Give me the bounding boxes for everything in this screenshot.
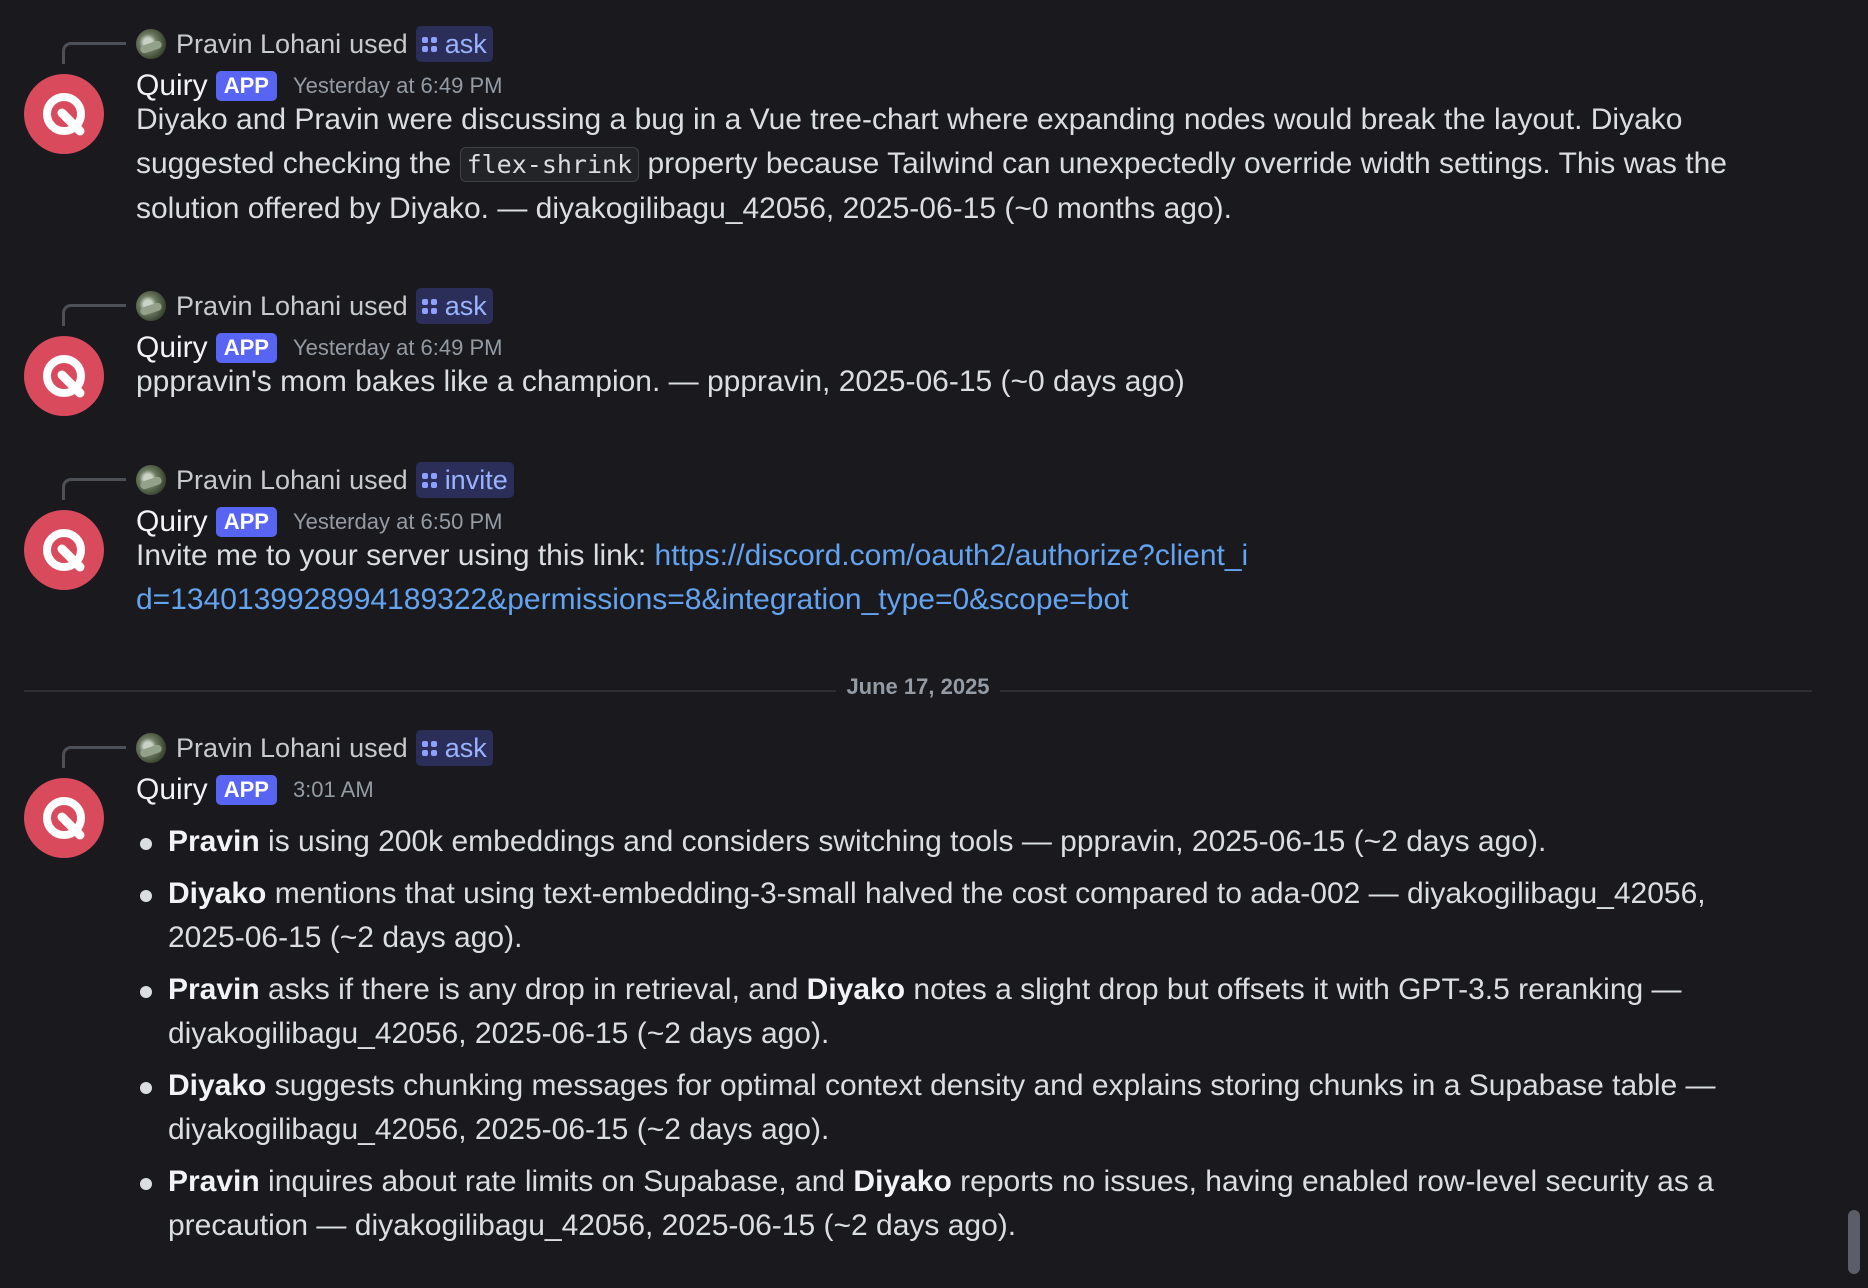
invoker-avatar[interactable] <box>136 465 166 495</box>
speaker: Pravin <box>168 825 260 858</box>
list-item: Diyako suggests chunking messages for op… <box>136 1064 1776 1152</box>
text: is using 200k embeddings and considers s… <box>259 825 1547 858</box>
command-name: ask <box>444 28 487 59</box>
quiry-logo-icon[interactable] <box>24 336 104 416</box>
timestamp[interactable]: Yesterday at 6:49 PM <box>293 73 503 99</box>
message-content: Invite me to your server using this link… <box>136 534 1256 622</box>
quiry-logo-icon[interactable] <box>24 510 104 590</box>
slash-command-icon <box>421 298 437 314</box>
used-label: used <box>349 464 408 495</box>
app-tag: APP <box>215 71 277 101</box>
command-badge[interactable]: ask <box>415 26 493 62</box>
command-name: ask <box>444 732 487 763</box>
text: asks if there is any drop in retrieval, … <box>259 973 807 1006</box>
reply-connector <box>62 746 126 768</box>
list-item: Pravin inquires about rate limits on Sup… <box>136 1160 1776 1248</box>
inline-code: flex-shrink <box>459 147 640 182</box>
list-item: Pravin asks if there is any drop in retr… <box>136 968 1776 1056</box>
used-label: used <box>349 28 408 59</box>
command-badge[interactable]: ask <box>415 288 493 324</box>
command-name: invite <box>444 464 508 495</box>
invoker-avatar[interactable] <box>136 291 166 321</box>
speaker: Diyako <box>853 1165 952 1198</box>
command-invocation[interactable]: Pravin Lohani used ask <box>136 728 493 768</box>
divider-date: June 17, 2025 <box>836 674 1000 699</box>
speaker: Pravin <box>168 1165 260 1198</box>
invoker-name[interactable]: Pravin Lohani <box>176 291 341 322</box>
invoker-name[interactable]: Pravin Lohani <box>176 465 341 496</box>
timestamp[interactable]: Yesterday at 6:50 PM <box>293 509 503 535</box>
list-item: Diyako mentions that using text-embeddin… <box>136 872 1776 960</box>
invoker-name[interactable]: Pravin Lohani <box>176 733 341 764</box>
slash-command-icon <box>421 472 437 488</box>
used-label: used <box>349 290 408 321</box>
reply-connector <box>62 42 126 64</box>
chat-messages: Pravin Lohani used ask Quiry APP Yesterd… <box>0 0 1840 1288</box>
command-invocation[interactable]: Pravin Lohani used ask <box>136 24 493 64</box>
app-tag: APP <box>215 775 277 805</box>
message-content: Diyako and Pravin were discussing a bug … <box>136 98 1776 231</box>
app-tag: APP <box>215 507 277 537</box>
text: Invite me to your server using this link… <box>136 539 655 572</box>
message-header: Quiry APP 3:01 AM <box>136 768 374 812</box>
timestamp[interactable]: Yesterday at 6:49 PM <box>293 335 503 361</box>
invoker-name[interactable]: Pravin Lohani <box>176 29 341 60</box>
list-item: Pravin is using 200k embeddings and cons… <box>136 820 1776 864</box>
invoker-avatar[interactable] <box>136 29 166 59</box>
quiry-logo-icon[interactable] <box>24 74 104 154</box>
bot-name[interactable]: Quiry <box>136 773 208 807</box>
text: suggests chunking messages for optimal c… <box>168 1069 1716 1146</box>
quiry-logo-icon[interactable] <box>24 778 104 858</box>
speaker: Diyako <box>806 973 906 1006</box>
slash-command-icon <box>421 740 437 756</box>
text: inquires about rate limits on Supabase, … <box>259 1165 854 1198</box>
command-badge[interactable]: ask <box>415 730 493 766</box>
text: mentions that using text-embedding-3-sma… <box>168 877 1706 954</box>
command-badge[interactable]: invite <box>415 462 514 498</box>
timestamp[interactable]: 3:01 AM <box>293 777 374 803</box>
date-divider-label: June 17, 2025 <box>0 674 1836 700</box>
invoker-avatar[interactable] <box>136 733 166 763</box>
message-content: pppravin's mom bakes like a champion. — … <box>136 365 1185 398</box>
command-name: ask <box>444 290 487 321</box>
summary-list: Pravin is using 200k embeddings and cons… <box>136 820 1776 1248</box>
slash-command-icon <box>421 36 437 52</box>
command-invocation[interactable]: Pravin Lohani used invite <box>136 460 514 500</box>
speaker: Pravin <box>168 973 260 1006</box>
used-label: used <box>349 732 408 763</box>
reply-connector <box>62 304 126 326</box>
app-tag: APP <box>215 333 277 363</box>
command-invocation[interactable]: Pravin Lohani used ask <box>136 286 493 326</box>
message-content: Pravin is using 200k embeddings and cons… <box>136 820 1776 1256</box>
speaker: Diyako <box>168 1069 267 1102</box>
scrollbar-thumb[interactable] <box>1848 1210 1860 1274</box>
speaker: Diyako <box>168 877 267 910</box>
reply-connector <box>62 478 126 500</box>
